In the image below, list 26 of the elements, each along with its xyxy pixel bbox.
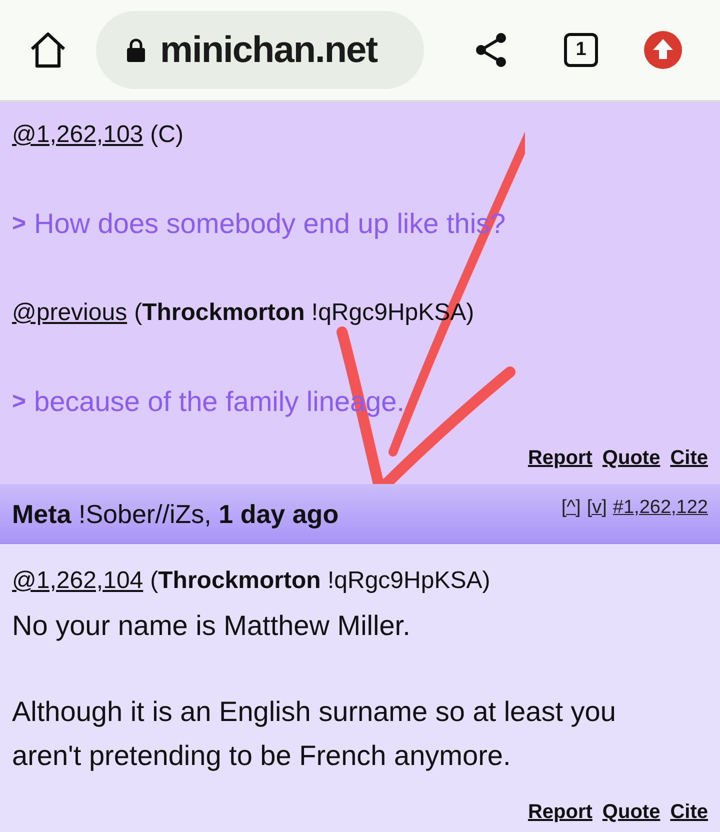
post-link[interactable]: #1,262,122 <box>612 494 708 522</box>
post-text: No your name is Matthew Miller. <box>12 609 412 643</box>
post-action-link[interactable]: Cite <box>670 797 708 827</box>
tab-count-button[interactable]: 1 <box>564 33 598 67</box>
url-text: minichan.net <box>160 28 378 72</box>
post-action-link[interactable]: Cite <box>670 443 708 473</box>
reply-link[interactable]: @1,262,104 <box>12 561 144 601</box>
reply-link[interactable]: @previous <box>12 293 128 333</box>
home-icon[interactable] <box>28 31 68 69</box>
address-bar[interactable]: minichan.net <box>96 11 424 89</box>
quote-marker: > <box>12 209 26 239</box>
post-author: Meta !Sober//iZs, 1 day ago <box>12 498 339 531</box>
post-link[interactable]: [v] <box>586 494 607 522</box>
post-action-link[interactable]: Quote <box>602 797 660 827</box>
share-icon[interactable] <box>474 32 508 68</box>
lock-icon <box>126 38 146 62</box>
upload-icon[interactable] <box>643 30 683 70</box>
quote-marker: > <box>12 387 26 417</box>
cite-author: (Throckmorton !qRgc9HpKSA) <box>150 566 490 596</box>
post-action-link[interactable]: Report <box>528 797 592 827</box>
post-link[interactable]: [^] <box>561 494 581 522</box>
post-text: Although it is an English surname so at least you aren't pretending to be French anymore. <box>12 695 617 773</box>
post-action-link[interactable]: Quote <box>602 443 660 473</box>
reply-link[interactable]: @1,262,103 <box>12 115 144 155</box>
cite-author: (C) <box>150 120 184 150</box>
post-action-link[interactable]: Report <box>528 443 592 473</box>
